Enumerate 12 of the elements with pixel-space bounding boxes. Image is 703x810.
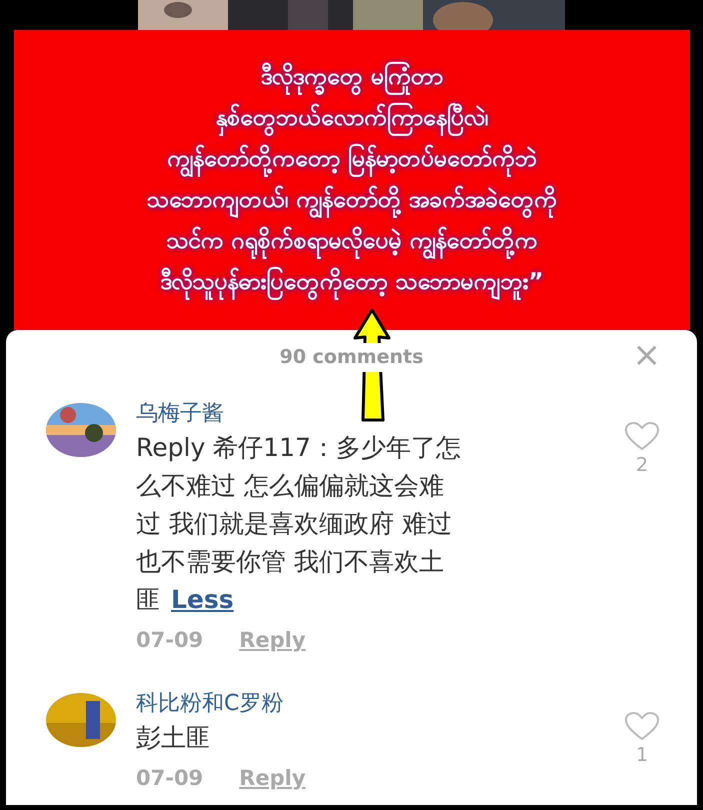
comment-date: 07-09 <box>136 764 204 792</box>
comment-date: 07-09 <box>136 627 204 654</box>
less-link[interactable]: Less <box>171 585 234 614</box>
like-count: 1 <box>636 742 648 768</box>
comment-text: 彭土匪 <box>136 722 212 754</box>
caption-text: ဒီလိုဒုက္ခတွေ မကြုံတာ နှစ်တွေဘယ်လောက်ကြာနေပြီလဲ၊ ကျွန်တော်တို့ကတော့ မြန်မာ့တပ်မတော်ကိုဘဲ သဘောကျတယ်၊ ကျွန်တော်တို့ အခက်အခဲတွေကို သင်က ဂရုစိုက်စရာမလိုပေမဲ့ ကျွန်တော်တို့က ဒီလိုသူပုန်ဓားပြတွေကိုတော့ သဘောမကျဘူး” <box>146 57 557 303</box>
comment-author[interactable]: 乌梅子酱 <box>136 399 617 429</box>
like-count: 2 <box>636 453 648 478</box>
heart-icon[interactable] <box>624 710 660 740</box>
comment-author[interactable]: 科比粉和C罗粉 <box>136 688 617 718</box>
comment-text: Reply 希仔117：多少年了怎 么不难过 怎么偏偏就这会难 过 我们就是喜欢缅政府 难过 也不需要你管 我们不喜欢土 匪 Less <box>136 432 462 616</box>
heart-icon[interactable] <box>624 421 660 451</box>
